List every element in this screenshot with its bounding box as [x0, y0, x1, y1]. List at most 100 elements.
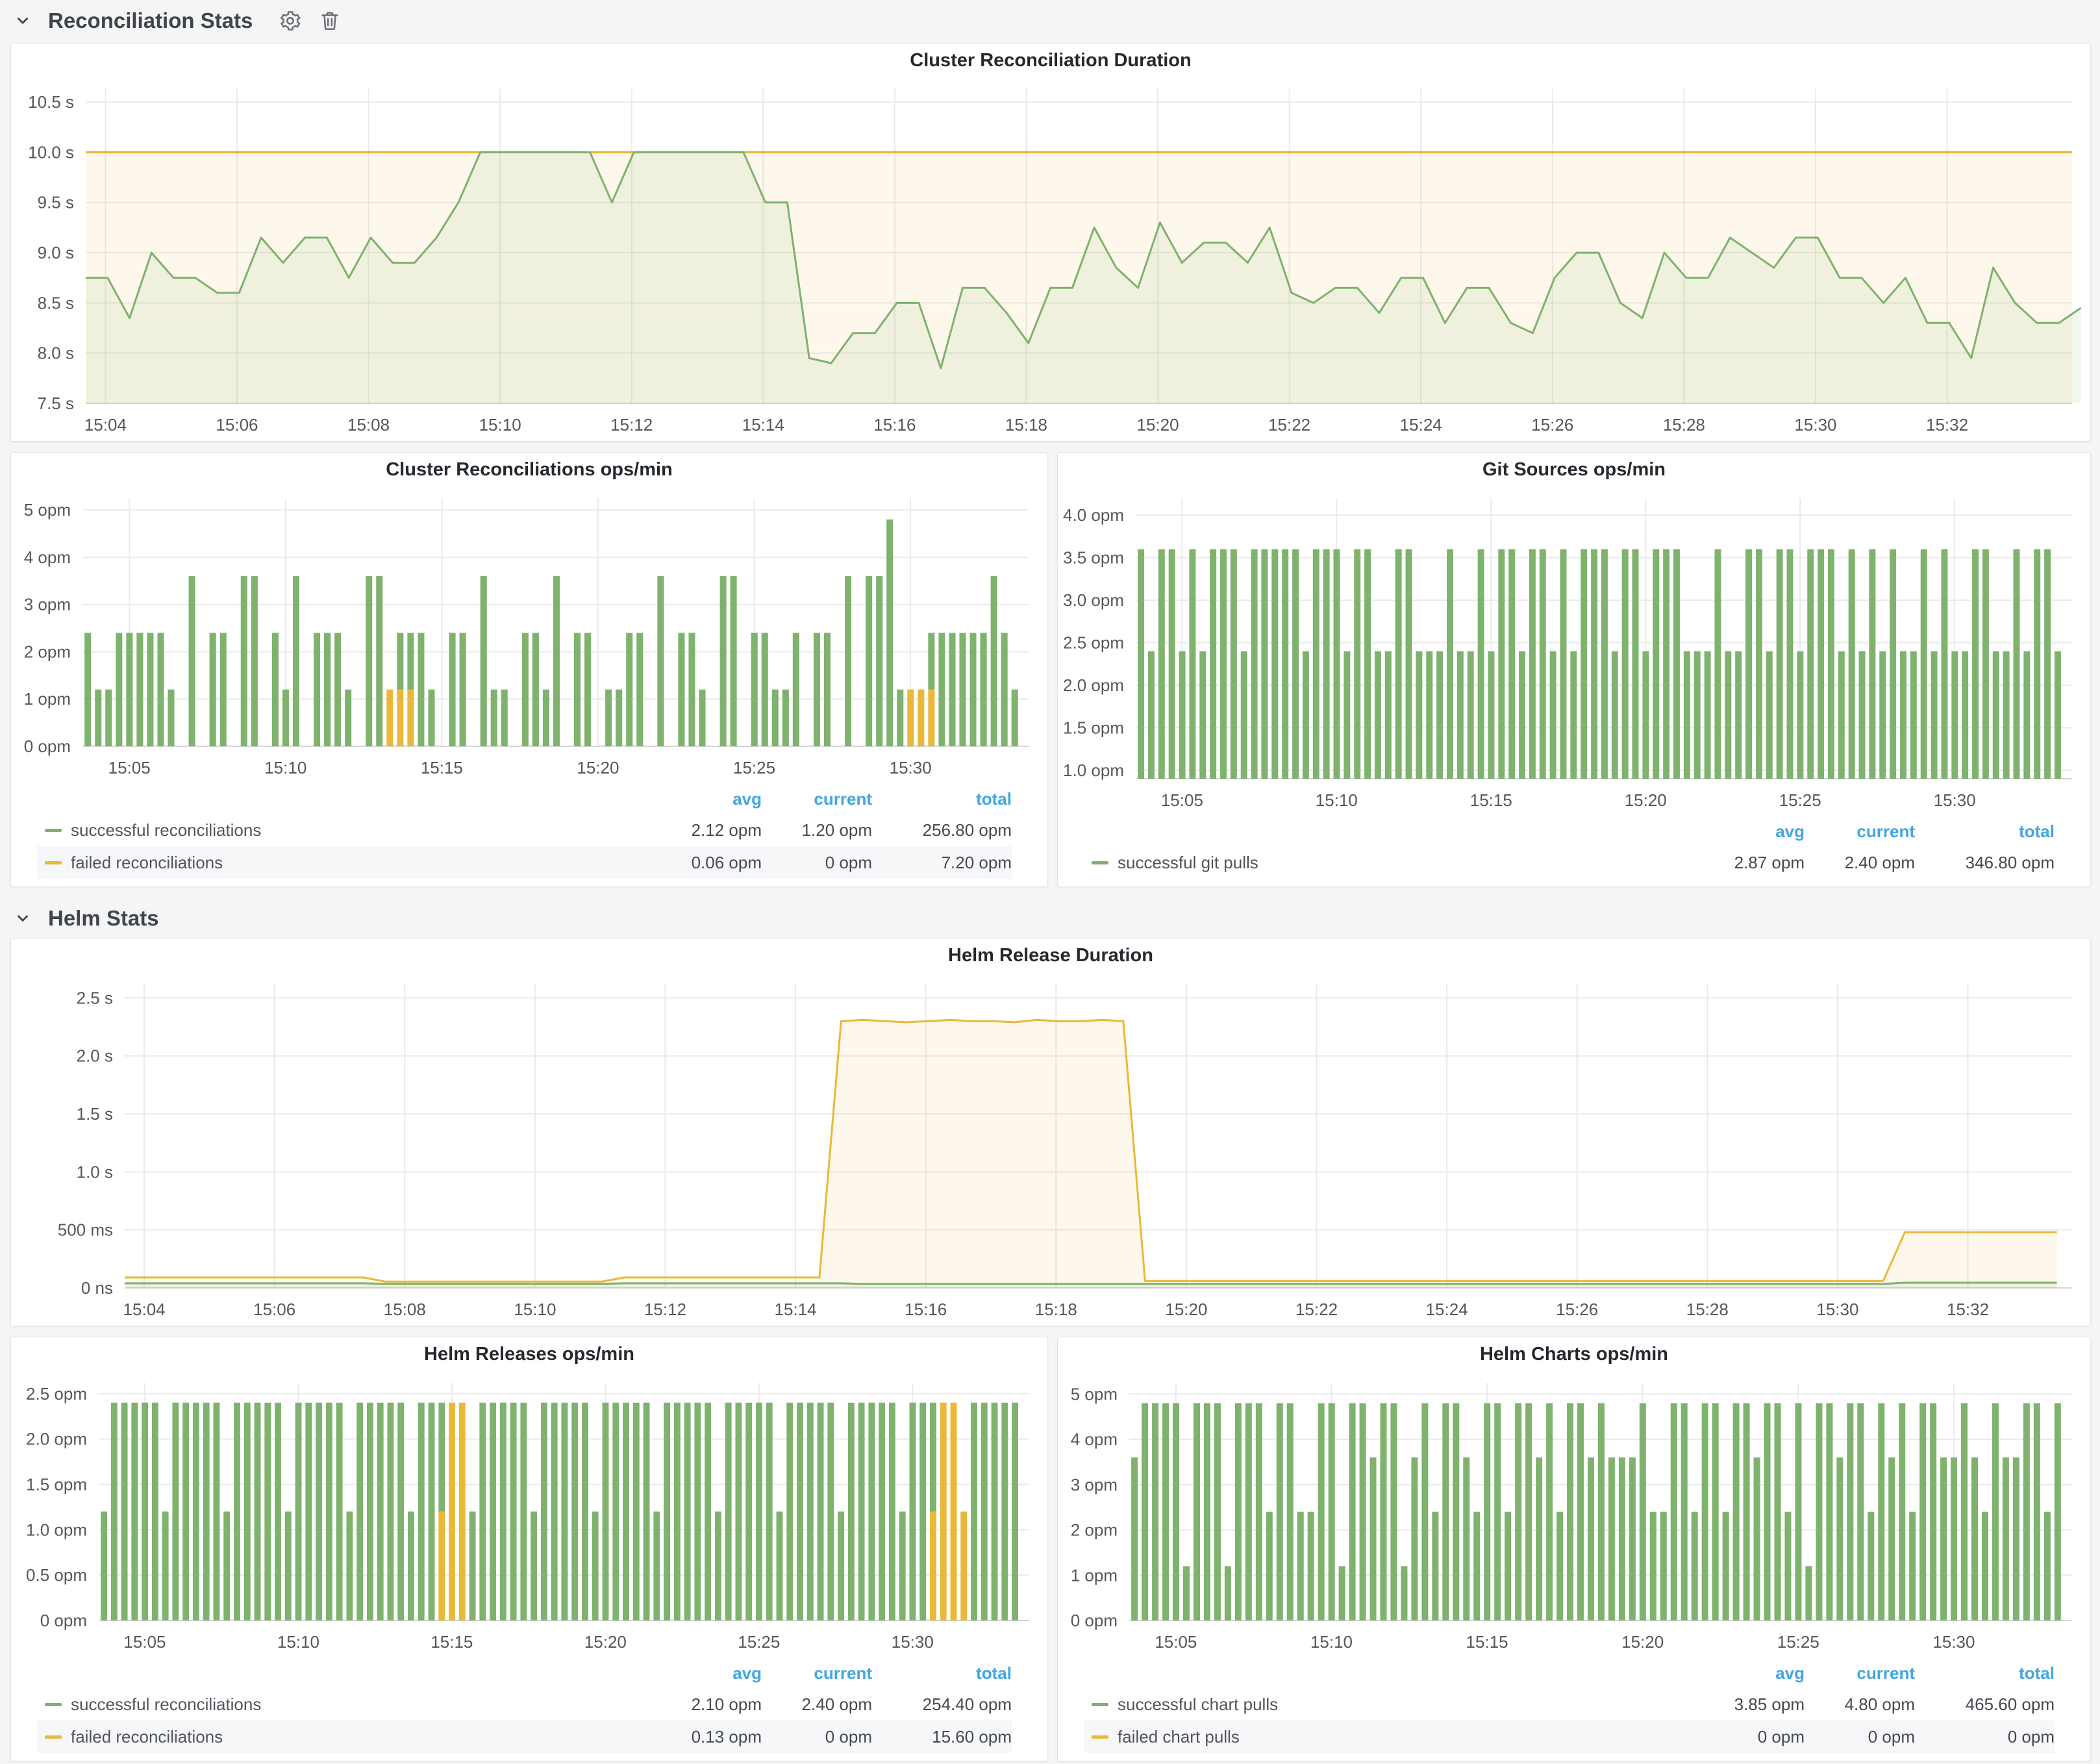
- svg-text:15:12: 15:12: [610, 415, 653, 435]
- svg-text:15:25: 15:25: [733, 758, 775, 777]
- panel-title[interactable]: Cluster Reconciliations ops/min: [11, 453, 1047, 486]
- chart-cluster-reconciliations-ops[interactable]: 5 opm4 opm3 opm2 opm1 opm0 opm15:0515:10…: [11, 486, 1047, 784]
- chart-helm-charts-ops[interactable]: 5 opm4 opm3 opm2 opm1 opm0 opm15:0515:10…: [1058, 1371, 2090, 1658]
- legend-helm-charts: avgcurrenttotal successful chart pulls 3.8…: [1058, 1658, 2090, 1761]
- legend-value-total: 0 opm: [1915, 1727, 2055, 1747]
- panel-title[interactable]: Helm Charts ops/min: [1058, 1337, 2090, 1371]
- legend-column-current[interactable]: current: [762, 789, 872, 809]
- trash-icon[interactable]: [319, 10, 341, 32]
- legend-column-avg[interactable]: avg: [638, 1663, 762, 1683]
- svg-text:5 opm: 5 opm: [1071, 1384, 1118, 1404]
- svg-text:0 ns: 0 ns: [81, 1278, 113, 1298]
- chevron-down-icon[interactable]: [14, 910, 31, 927]
- legend-value-avg: 3.85 opm: [1681, 1695, 1805, 1715]
- legend-value-total: 346.80 opm: [1915, 853, 2055, 873]
- svg-text:15:30: 15:30: [1816, 1300, 1858, 1319]
- svg-text:3.0 opm: 3.0 opm: [1063, 590, 1124, 610]
- panel-cluster-reconciliation-duration: Cluster Reconciliation Duration 10.5 s10…: [10, 43, 2091, 442]
- svg-text:15:18: 15:18: [1005, 415, 1047, 435]
- legend-series-label[interactable]: successful git pulls: [1118, 853, 1258, 873]
- svg-text:15:30: 15:30: [890, 758, 932, 777]
- legend-header-row: avgcurrenttotal: [37, 784, 1012, 814]
- legend-row[interactable]: successful git pulls2.87 opm2.40 opm346.…: [1084, 846, 2055, 879]
- legend-column-current[interactable]: current: [1805, 822, 1915, 842]
- legend-column-avg[interactable]: avg: [638, 789, 762, 809]
- svg-text:15:14: 15:14: [742, 415, 784, 435]
- svg-text:15:12: 15:12: [644, 1300, 686, 1319]
- chart-helm-releases-ops[interactable]: 2.5 opm2.0 opm1.5 opm1.0 opm0.5 opm0 opm…: [11, 1371, 1047, 1658]
- svg-text:15:30: 15:30: [1934, 790, 1976, 810]
- svg-text:15:24: 15:24: [1400, 415, 1442, 435]
- section-helm-stats[interactable]: Helm Stats: [14, 904, 159, 933]
- svg-text:15:15: 15:15: [421, 758, 463, 777]
- legend-row[interactable]: failed chart pulls0 opm0 opm0 opm: [1084, 1720, 2055, 1753]
- panel-git-sources-ops: Git Sources ops/min 4.0 opm 3.5 opm 3.0 op…: [1057, 452, 2091, 887]
- legend-column-avg[interactable]: avg: [1681, 1663, 1805, 1683]
- legend-column-total[interactable]: total: [872, 1663, 1012, 1683]
- svg-text:3 opm: 3 opm: [24, 595, 71, 614]
- panel-title[interactable]: Cluster Reconciliation Duration: [11, 44, 2090, 77]
- chart-git-sources-ops[interactable]: 4.0 opm3.5 opm3.0 opm2.5 opm2.0 opm1.5 o…: [1058, 486, 2090, 816]
- section-title[interactable]: Reconciliation Stats: [48, 8, 253, 33]
- legend-column-total[interactable]: total: [872, 789, 1012, 809]
- svg-text:0 opm: 0 opm: [40, 1611, 87, 1630]
- section-reconciliation-stats[interactable]: Reconciliation Stats: [14, 6, 341, 35]
- panel-title[interactable]: Helm Release Duration: [11, 939, 2090, 972]
- series-color-swatch-icon: [45, 1703, 62, 1706]
- legend-value-current: 2.40 opm: [762, 1695, 872, 1715]
- legend-series-label[interactable]: failed reconciliations: [71, 853, 223, 873]
- svg-text:15:20: 15:20: [1165, 1300, 1207, 1319]
- section-title[interactable]: Helm Stats: [48, 906, 159, 931]
- legend-row[interactable]: successful reconciliations2.12 opm1.20 o…: [37, 814, 1012, 846]
- svg-text:15:15: 15:15: [1466, 1632, 1508, 1652]
- chart-cluster-reconciliation-duration[interactable]: 10.5 s10.0 s9.5 s9.0 s8.5 s8.0 s7.5 s15:…: [11, 77, 2090, 441]
- panel-title[interactable]: Git Sources ops/min: [1058, 453, 2090, 486]
- svg-text:1.0 opm: 1.0 opm: [1063, 761, 1124, 780]
- chevron-down-icon[interactable]: [14, 12, 31, 29]
- legend-row[interactable]: failed reconciliations0.13 opm0 opm15.60…: [37, 1720, 1012, 1753]
- svg-text:15:10: 15:10: [1316, 790, 1358, 810]
- svg-text:3.5 opm: 3.5 opm: [1063, 548, 1124, 568]
- legend-row[interactable]: successful reconciliations2.10 opm2.40 o…: [37, 1688, 1012, 1720]
- svg-text:15:20: 15:20: [1621, 1632, 1664, 1652]
- svg-text:15:30: 15:30: [1932, 1632, 1975, 1652]
- panel-title[interactable]: Helm Releases ops/min: [11, 1337, 1047, 1371]
- svg-text:15:10: 15:10: [514, 1300, 556, 1319]
- legend-row[interactable]: successful chart pulls3.85 opm4.80 opm46…: [1084, 1688, 2055, 1720]
- series-color-swatch-icon: [45, 829, 62, 832]
- svg-text:15:20: 15:20: [1137, 415, 1179, 435]
- svg-text:2.5 s: 2.5 s: [77, 988, 113, 1007]
- svg-text:15:20: 15:20: [577, 758, 619, 777]
- panel-helm-charts-ops: Helm Charts ops/min 5 opm4 opm3 opm2 opm…: [1057, 1337, 2091, 1761]
- legend-row[interactable]: failed reconciliations0.06 opm0 opm7.20 …: [37, 846, 1012, 879]
- svg-text:4.0 opm: 4.0 opm: [1063, 505, 1124, 525]
- legend-series-label[interactable]: successful chart pulls: [1118, 1695, 1278, 1715]
- legend-value-total: 7.20 opm: [872, 853, 1012, 873]
- svg-text:15:20: 15:20: [584, 1632, 627, 1652]
- svg-text:15:25: 15:25: [1779, 790, 1821, 810]
- gear-icon[interactable]: [279, 9, 302, 32]
- svg-text:15:22: 15:22: [1295, 1300, 1338, 1319]
- svg-text:15:05: 15:05: [108, 758, 151, 777]
- legend-column-avg[interactable]: avg: [1681, 822, 1805, 842]
- legend-value-current: 0 opm: [762, 1727, 872, 1747]
- svg-text:9.5 s: 9.5 s: [38, 193, 74, 212]
- svg-text:15:05: 15:05: [1161, 790, 1203, 810]
- svg-text:2.0 s: 2.0 s: [77, 1046, 113, 1066]
- legend-header-row: avgcurrenttotal: [37, 1658, 1012, 1688]
- legend-series-label[interactable]: successful reconciliations: [71, 1695, 261, 1715]
- svg-text:15:16: 15:16: [873, 415, 916, 435]
- legend-column-total[interactable]: total: [1915, 822, 2055, 842]
- legend-series-label[interactable]: failed chart pulls: [1118, 1727, 1240, 1747]
- legend-series-label[interactable]: successful reconciliations: [71, 820, 261, 840]
- legend-column-total[interactable]: total: [1915, 1663, 2055, 1683]
- legend-series-label[interactable]: failed reconciliations: [71, 1727, 223, 1747]
- svg-text:500 ms: 500 ms: [58, 1220, 113, 1240]
- legend-header-row: avgcurrenttotal: [1084, 816, 2055, 846]
- legend-value-avg: 2.12 opm: [638, 820, 762, 840]
- series-color-swatch-icon: [1092, 861, 1108, 864]
- svg-text:15:14: 15:14: [775, 1300, 817, 1319]
- legend-column-current[interactable]: current: [762, 1663, 872, 1683]
- chart-helm-release-duration[interactable]: 2.5 s2.0 s1.5 s1.0 s500 ms0 ns15:0415:06…: [11, 972, 2090, 1326]
- legend-column-current[interactable]: current: [1805, 1663, 1915, 1683]
